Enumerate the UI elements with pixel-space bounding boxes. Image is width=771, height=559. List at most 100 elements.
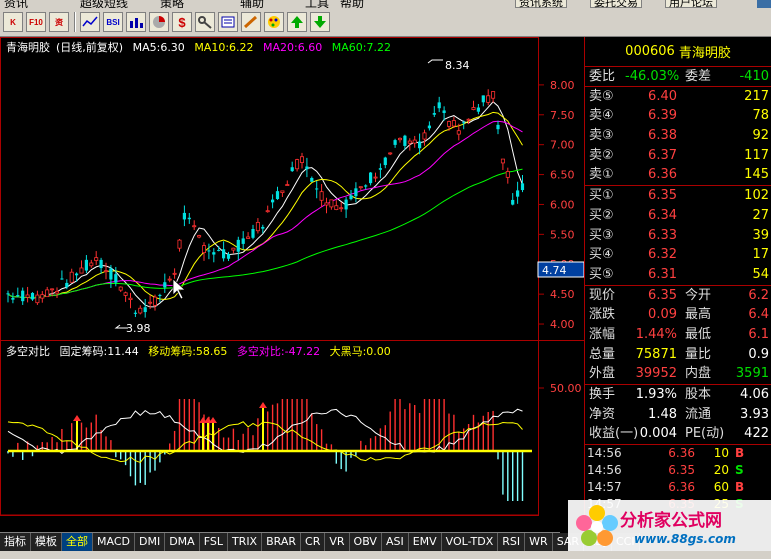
news-system-button[interactable]: 资讯系统 <box>515 0 567 8</box>
candle-body <box>496 124 500 130</box>
ask-row[interactable]: 卖④ 6.39 78 <box>585 106 771 126</box>
candle-body <box>486 95 491 103</box>
candle-body <box>334 205 339 211</box>
candle-body <box>319 191 324 201</box>
tab-全部[interactable]: 全部 <box>62 533 93 551</box>
tab-trix[interactable]: TRIX <box>227 533 263 551</box>
finance-value: 4.06 <box>740 387 769 402</box>
dollar-icon[interactable]: $ <box>172 12 192 32</box>
k-chart-icon[interactable]: K <box>3 12 23 32</box>
candle-body <box>442 110 446 114</box>
ask-row[interactable]: 卖⑤ 6.40 217 <box>585 87 771 107</box>
ask-row[interactable]: 卖② 6.37 117 <box>585 146 771 166</box>
bid-row[interactable]: 买③ 6.33 39 <box>585 226 771 246</box>
tab-rsi[interactable]: RSI <box>498 533 526 551</box>
stat-value: 75871 <box>635 346 677 362</box>
candle-body <box>285 184 290 186</box>
candle-body <box>167 278 172 281</box>
menu-item-news[interactable]: 资讯 <box>4 0 28 8</box>
tab-模板[interactable]: 模板 <box>31 533 62 551</box>
tab-vol-tdx[interactable]: VOL-TDX <box>441 533 499 551</box>
tick-price: 6.35 <box>668 463 695 478</box>
candle-body <box>104 270 109 273</box>
bid-row[interactable]: 买① 6.35 102 <box>585 186 771 206</box>
tab-dma[interactable]: DMA <box>165 533 200 551</box>
bid-row[interactable]: 买⑤ 6.31 54 <box>585 265 771 285</box>
f10-icon[interactable]: F10 <box>26 12 46 32</box>
candle-body <box>290 167 294 172</box>
tick-price: 6.36 <box>668 446 695 461</box>
trade-button[interactable]: 委托交易 <box>590 0 642 8</box>
tab-asi[interactable]: ASI <box>381 533 409 551</box>
candle-body <box>349 195 353 200</box>
forum-button[interactable]: 用户论坛 <box>665 0 717 8</box>
ask-price: 6.36 <box>648 167 677 183</box>
ask-row[interactable]: 卖① 6.36 145 <box>585 165 771 185</box>
candle-body <box>255 222 260 232</box>
menu-item-assist[interactable]: 辅助 <box>240 0 264 8</box>
tab-fsl[interactable]: FSL <box>199 533 228 551</box>
menu-item-short-term[interactable]: 超级短线 <box>80 0 128 8</box>
stat-label: 涨跌 <box>589 307 616 323</box>
candle-body <box>177 239 182 249</box>
query-icon[interactable] <box>218 12 238 32</box>
candle-body <box>265 210 270 213</box>
price-axis: 8.007.507.006.506.005.505.004.504.00 <box>538 79 575 331</box>
candle-body <box>207 250 211 252</box>
line-chart-icon[interactable] <box>80 12 100 32</box>
stat-value: 0.09 <box>648 307 677 323</box>
candle-body <box>84 259 88 271</box>
tab-dmi[interactable]: DMI <box>134 533 166 551</box>
watermark-url: www.88gs.com <box>634 532 736 546</box>
tab-wr[interactable]: WR <box>525 533 553 551</box>
tick-row: 14:56 6.36 10 B <box>585 445 771 462</box>
bid-row[interactable]: 买② 6.34 27 <box>585 206 771 226</box>
candle-body <box>520 183 525 191</box>
stats-list: 现价 6.35 今开 6.2 涨跌 0.09 最高 6.4 涨幅 1.44% 最低 6.1 总量 7587… <box>585 286 771 385</box>
price-chart[interactable]: 8.007.507.006.506.005.505.004.504.00 50.… <box>0 37 584 516</box>
up-arrow-icon[interactable] <box>287 12 307 32</box>
bar-chart-icon[interactable] <box>126 12 146 32</box>
tick-volume: 10 <box>713 446 729 461</box>
candle-body <box>373 176 378 179</box>
candle-body <box>407 140 412 144</box>
menu-item-strategy[interactable]: 策略 <box>160 0 184 8</box>
candle-body <box>236 239 240 252</box>
stat-value: 3591 <box>735 366 769 382</box>
pencil-icon[interactable] <box>241 12 261 32</box>
ask-volume: 92 <box>752 128 769 144</box>
menu-item-tools[interactable]: 工具 <box>305 0 329 8</box>
palette-icon[interactable] <box>264 12 284 32</box>
ask-label: 卖④ <box>589 108 614 124</box>
finance-value: 3.93 <box>740 406 769 422</box>
stat-value: 6.35 <box>648 287 677 303</box>
ask-row[interactable]: 卖③ 6.38 92 <box>585 126 771 146</box>
chart-area[interactable]: 青海明胶 (日线,前复权) MA5:6.30 MA10:6.22 MA20:6.6… <box>0 37 584 516</box>
tab-brar[interactable]: BRAR <box>262 533 302 551</box>
candle-body <box>427 125 431 129</box>
bsi-icon[interactable]: BSI <box>103 12 123 32</box>
pie-icon[interactable] <box>149 12 169 32</box>
window-close-icon[interactable] <box>757 0 771 8</box>
info-icon[interactable]: 资 <box>49 12 69 32</box>
tab-cr[interactable]: CR <box>301 533 326 551</box>
menu-item-help[interactable]: 帮助 <box>340 0 364 8</box>
candle-body <box>432 113 436 115</box>
ma5-line <box>7 101 523 308</box>
tab-obv[interactable]: OBV <box>349 533 382 551</box>
tools-icon[interactable] <box>195 12 215 32</box>
tab-emv[interactable]: EMV <box>408 533 442 551</box>
watermark: 分析家公式网 www.88gs.com <box>568 500 771 551</box>
tab-指标[interactable]: 指标 <box>0 533 31 551</box>
indicator-lines <box>7 408 523 464</box>
down-arrow-icon[interactable] <box>310 12 330 32</box>
tab-vr[interactable]: VR <box>325 533 350 551</box>
tab-macd[interactable]: MACD <box>93 533 135 551</box>
candle-body <box>226 254 231 259</box>
ask-price: 6.37 <box>648 147 677 163</box>
bid-row[interactable]: 买④ 6.32 17 <box>585 245 771 265</box>
signal-arrow-icon <box>259 402 267 408</box>
price-tick-label: 4.50 <box>550 288 575 301</box>
stat-row: 现价 6.35 今开 6.2 <box>585 286 771 306</box>
finance-value: 1.93% <box>635 387 677 402</box>
